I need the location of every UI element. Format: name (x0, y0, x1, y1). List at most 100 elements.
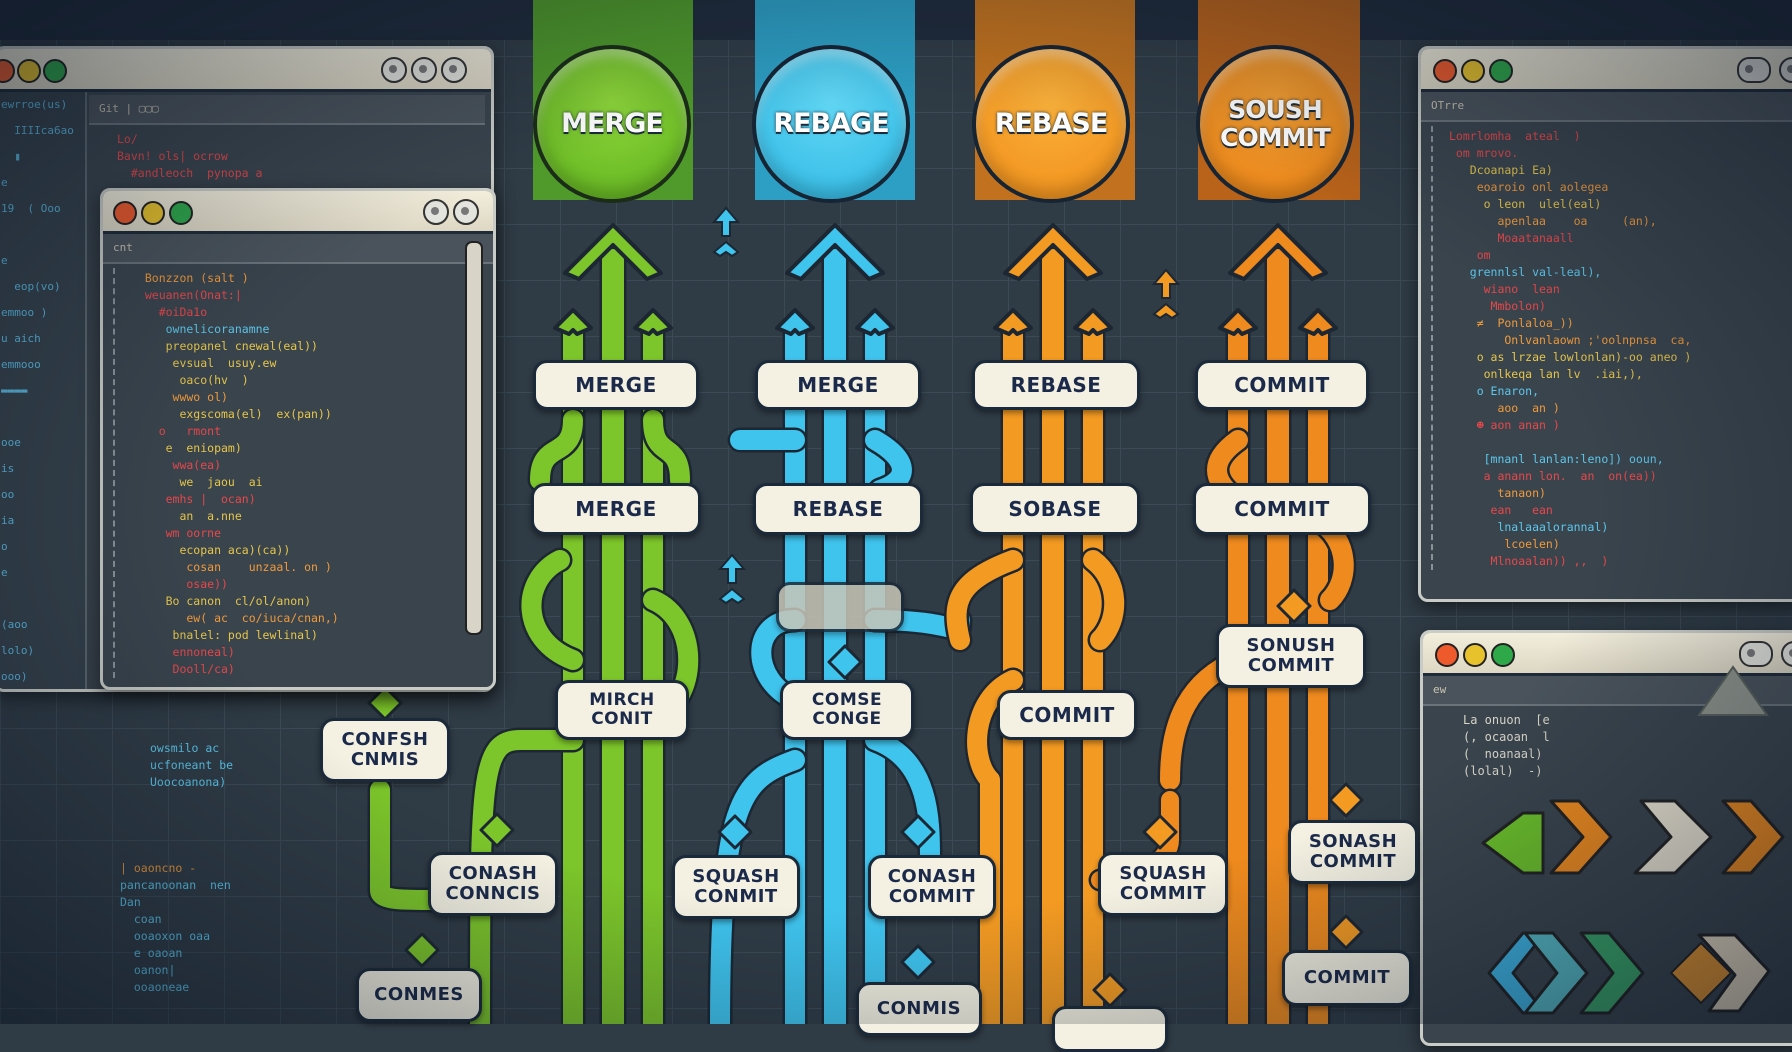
sidebar-item[interactable]: e (1, 170, 85, 196)
code-line: an a.nne (131, 509, 242, 523)
sidebar-item[interactable]: u aich (1, 326, 85, 352)
file-sidebar: ewrroe(us) IIIIca6ao ▮ e 19 ( Ooo e eop(vo… (0, 92, 87, 689)
label-conash-commit: CONASH COMMIT (868, 855, 996, 919)
label-merge-commit: MIRCH CONIT (555, 680, 689, 740)
label-sobase: SOBASE (970, 483, 1140, 535)
sidebar-item[interactable]: lolo) (1, 638, 85, 664)
code-line: Dan (120, 895, 141, 909)
right-editor-window: OTrre Lomrlomha ateal ) om mrovo. Dcoana… (1418, 46, 1792, 602)
squash-commit-strategy-button[interactable]: SOUSH COMMIT (1196, 45, 1354, 203)
sidebar-item[interactable]: ewrroe(us) (1, 92, 85, 118)
rebase-small-arrow-icon (993, 308, 1033, 336)
code-line: onlkeqa lan lv .iai,), (1449, 367, 1643, 381)
code-line: Moaatanaall (1449, 231, 1574, 245)
code-line: Bavn! ols| ocrow (117, 149, 242, 163)
maximize-dot-icon[interactable] (1489, 59, 1513, 83)
code-line: Mlnoaalan)) ,, ) (1449, 554, 1609, 568)
window-control-icon[interactable] (1779, 57, 1792, 83)
sidebar-item[interactable] (1, 222, 85, 248)
sidebar-item[interactable]: (aoo (1, 612, 85, 638)
forward-chevron-icon (1579, 931, 1645, 1015)
code-line: e eniopam) (131, 441, 242, 455)
forward-chevron-icon (1721, 799, 1785, 875)
rebase-strategy-button[interactable]: REBASE (972, 45, 1130, 203)
code-line: evsual usuy.ew (131, 356, 277, 370)
code-line: exgscoma(el) ex(pan)) (131, 407, 332, 421)
sidebar-item[interactable]: ia (1, 508, 85, 534)
code-area: Bonzzon (salt ) weuanen(Onat:| #oiDa1o o… (103, 264, 493, 678)
scrollbar[interactable] (465, 241, 483, 635)
sidebar-item[interactable]: is (1, 456, 85, 482)
code-line: o rmont (131, 424, 222, 438)
sidebar-item[interactable]: e (1, 560, 85, 586)
window-control-icon[interactable] (441, 57, 467, 83)
label-commit: COMMIT (1195, 360, 1369, 410)
code-line: Bonzzon (salt ) (131, 271, 249, 285)
rebase-title: REBASE (994, 108, 1109, 139)
minimize-dot-icon[interactable] (1461, 59, 1485, 83)
blue-flourish-icon (711, 206, 741, 258)
label-cut-off (1052, 1006, 1168, 1052)
orange-diamond-icon (1328, 782, 1364, 818)
code-line: | oaoncno - (120, 861, 197, 875)
titlebar (1421, 49, 1792, 92)
code-line: ≠ Ponlaloa_)) (1449, 316, 1574, 330)
sidebar-item[interactable]: ▮ (1, 144, 85, 170)
blue-diamond-icon (900, 944, 936, 980)
close-dot-icon[interactable] (0, 59, 15, 83)
editor-toolbar: OTrre (1421, 92, 1792, 122)
merge-small-arrow-icon (553, 308, 593, 336)
sidebar-item[interactable]: IIIIca6ao (1, 118, 85, 144)
merge-strategy-button[interactable]: MERGE (533, 45, 691, 203)
code-line: aoo an ) (1449, 401, 1560, 415)
minimize-dot-icon[interactable] (17, 59, 41, 83)
code-line: lnalaaalorannal) (1449, 520, 1609, 534)
minimize-dot-icon[interactable] (141, 201, 165, 225)
sidebar-item[interactable] (1, 404, 85, 430)
sidebar-item[interactable]: ooe (1, 430, 85, 456)
label-squash-commit: SQUASH COMMIT (1098, 852, 1228, 916)
sidebar-item[interactable]: emmooo (1, 352, 85, 378)
sidebar-item[interactable]: eop(vo) (1, 274, 85, 300)
label-merge: MERGE (531, 483, 701, 535)
code-line: cosan unzaal. on ) (131, 560, 332, 574)
maximize-dot-icon[interactable] (43, 59, 67, 83)
sidebar-item[interactable]: e (1, 248, 85, 274)
code-line: lcoelen) (1449, 537, 1560, 551)
up-triangle-icon (1697, 665, 1769, 716)
window-control-icon[interactable] (381, 57, 407, 83)
code-line: ean ean (1449, 503, 1553, 517)
sidebar-item[interactable]: 19 ( Ooo (1, 196, 85, 222)
code-line: oaco(hv ) (131, 373, 249, 387)
sidebar-item[interactable]: ooo) (1, 664, 85, 689)
label-conmes: CONMES (356, 968, 482, 1022)
code-line: bnalel: pod lewlinal) (131, 628, 318, 642)
code-line: Bo canon cl/ol/anon) (131, 594, 312, 608)
window-control-icon[interactable] (1737, 57, 1771, 83)
label-commit: COMMIT (997, 690, 1137, 740)
label-squash-commit: SQUASH CONMIT (672, 855, 800, 919)
rebage-strategy-button[interactable]: REBAGE (752, 45, 910, 203)
code-line: ooaoxon oaa (120, 929, 211, 943)
label-conash-connets: CONASH CONNCIS (428, 852, 558, 916)
editor-toolbar: cnt (103, 234, 493, 264)
code-line: ooaoneae (120, 980, 190, 994)
close-dot-icon[interactable] (113, 201, 137, 225)
code-line: oanon| (120, 963, 176, 977)
code-line: ew( ac co/iuca/cnan,) (131, 611, 339, 625)
sidebar-item[interactable] (1, 586, 85, 612)
window-control-icon[interactable] (423, 199, 449, 225)
code-line: #oiDa1o (131, 305, 208, 319)
label-conmis: CONMIS (856, 982, 982, 1036)
squash-title: SOUSH COMMIT (1220, 95, 1331, 152)
window-control-icon[interactable] (453, 199, 479, 225)
window-control-icon[interactable] (411, 57, 437, 83)
sidebar-item[interactable]: ▬▬▬▬ (1, 378, 85, 404)
sidebar-item[interactable]: oo (1, 482, 85, 508)
sidebar-item[interactable]: o (1, 534, 85, 560)
forward-chevron-icon (1549, 799, 1613, 875)
sidebar-item[interactable]: emmoo ) (1, 300, 85, 326)
close-dot-icon[interactable] (1433, 59, 1457, 83)
maximize-dot-icon[interactable] (169, 201, 193, 225)
